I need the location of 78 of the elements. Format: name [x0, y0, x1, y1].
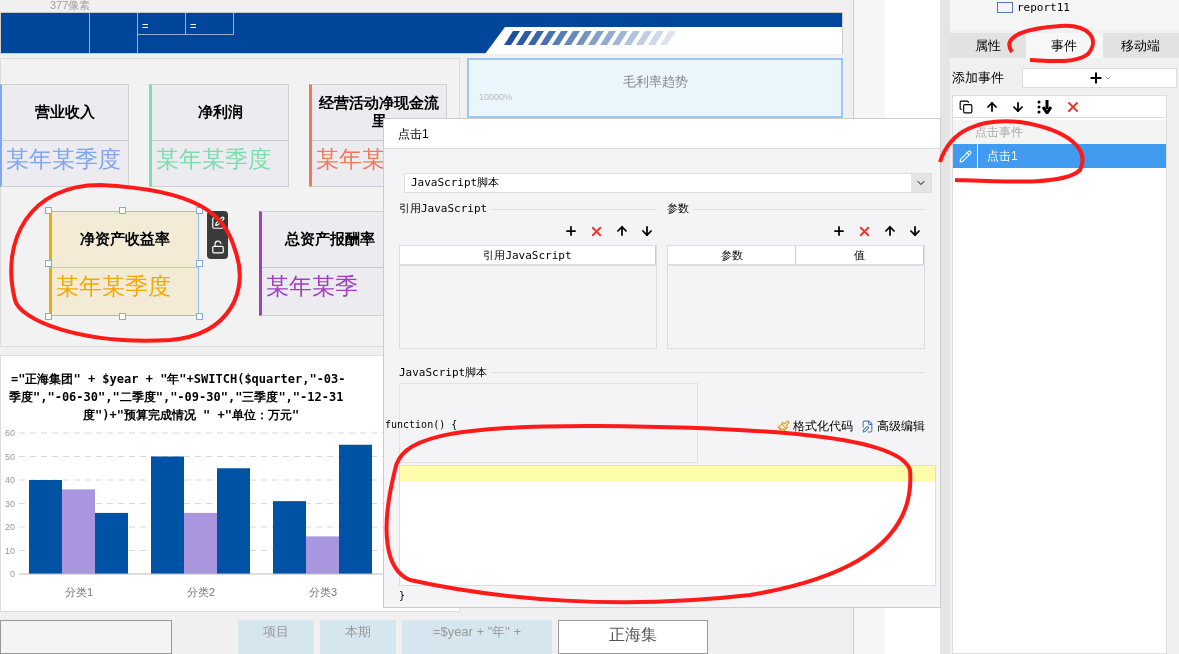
axis-label: 40	[5, 474, 15, 485]
header-cell-text: =	[141, 19, 149, 32]
chart-bar	[95, 512, 128, 574]
edit-icon	[861, 419, 874, 433]
formula-text: 季度","-06-30","二季度","-09-30","三季度","-12-31	[8, 388, 344, 406]
type-select[interactable]: JavaScript脚本	[404, 173, 932, 193]
card-title: 经营活动净现金流	[319, 94, 439, 113]
axis-label: 20	[5, 521, 15, 532]
panel-tab[interactable]: 移动端	[1102, 33, 1179, 58]
table-cell: =$year + "年" +	[402, 620, 552, 654]
move-up-icon[interactable]	[985, 99, 999, 114]
resize-handle[interactable]	[196, 259, 203, 267]
move-up-icon[interactable]	[883, 223, 897, 238]
resize-handle[interactable]	[45, 312, 52, 320]
header-cell-text: =	[189, 19, 197, 32]
plus-icon	[1087, 70, 1104, 86]
add-icon[interactable]	[564, 223, 578, 238]
panel-tab[interactable]: 事件	[1026, 33, 1103, 58]
card-title: 毛利率趋势	[622, 72, 688, 91]
axis-label: 60	[5, 427, 15, 438]
card-value: 某年某季度	[56, 271, 171, 300]
card-title: 净资产收益率	[80, 230, 170, 249]
caret-icon	[1103, 74, 1112, 82]
card-title: 净利润	[197, 103, 243, 122]
editor-action-button[interactable]: 格式化代码	[777, 417, 853, 435]
event-label: 点击1	[986, 148, 1018, 165]
move-to-bottom-icon[interactable]	[1037, 99, 1053, 114]
card-value: 某年某季度	[6, 144, 121, 173]
add-icon[interactable]	[832, 223, 846, 238]
table-cell: 项目	[238, 620, 314, 654]
copy-icon[interactable]	[959, 99, 973, 114]
card-title: 总资产报酬率	[285, 230, 375, 249]
card-value: 某年某季度	[156, 144, 271, 173]
axis-label: 10	[5, 545, 15, 556]
category-label: 分类1	[64, 585, 94, 598]
resize-handle[interactable]	[119, 312, 126, 320]
editor-action-button[interactable]: 高级编辑	[861, 417, 925, 435]
resize-handle[interactable]	[45, 259, 52, 267]
brush-icon	[777, 419, 790, 433]
resize-handle[interactable]	[196, 312, 203, 320]
axis-label: 50	[5, 451, 15, 462]
card-value: 某年某季	[266, 271, 358, 300]
dialog-title: 点击1	[398, 125, 429, 143]
tree-item[interactable]: report11	[1017, 1, 1070, 15]
ruler-label: 377像素	[50, 0, 91, 12]
axis-label: 30	[5, 498, 15, 509]
move-down-icon[interactable]	[640, 223, 654, 238]
move-up-icon[interactable]	[615, 223, 629, 238]
add-event-label: 添加事件	[952, 69, 1005, 88]
section-label: JavaScript脚本	[399, 364, 488, 381]
unlock-icon[interactable]	[210, 239, 225, 254]
formula-text: 度")+"预算完成情况 " +"单位：万元"	[82, 406, 300, 424]
move-down-icon[interactable]	[1011, 99, 1025, 114]
code-header: function() {	[385, 418, 458, 432]
column-header: 值	[796, 245, 924, 264]
card-value: 某年某	[316, 144, 385, 173]
resize-handle[interactable]	[119, 206, 126, 214]
table-cell: 正海集	[558, 620, 708, 654]
move-down-icon[interactable]	[908, 223, 922, 238]
category-label: 分类3	[308, 585, 338, 598]
report-icon	[997, 2, 1013, 13]
resize-handle[interactable]	[196, 206, 203, 214]
column-header: 引用JavaScript	[400, 245, 656, 264]
edit-icon[interactable]	[210, 215, 225, 230]
formula-text: ="正海集团" + $year + "年"+SWITCH($quarter,"-03-	[10, 370, 346, 388]
axis-label: 0	[10, 568, 15, 579]
section-label: 参数	[667, 201, 689, 217]
category-label: 分类2	[186, 585, 216, 598]
resize-handle[interactable]	[45, 206, 52, 214]
table-cell: 本期	[320, 620, 396, 654]
column-header: 参数	[668, 245, 796, 264]
card-title: 营业收入	[35, 103, 95, 122]
code-footer: }	[399, 588, 925, 603]
pencil-icon	[958, 149, 972, 163]
panel-tab[interactable]: 属性	[950, 33, 1027, 58]
axis-label: 10000%	[479, 91, 513, 105]
event-group-label: 点击事件	[953, 120, 1166, 144]
section-label: 引用JavaScript	[399, 201, 488, 217]
